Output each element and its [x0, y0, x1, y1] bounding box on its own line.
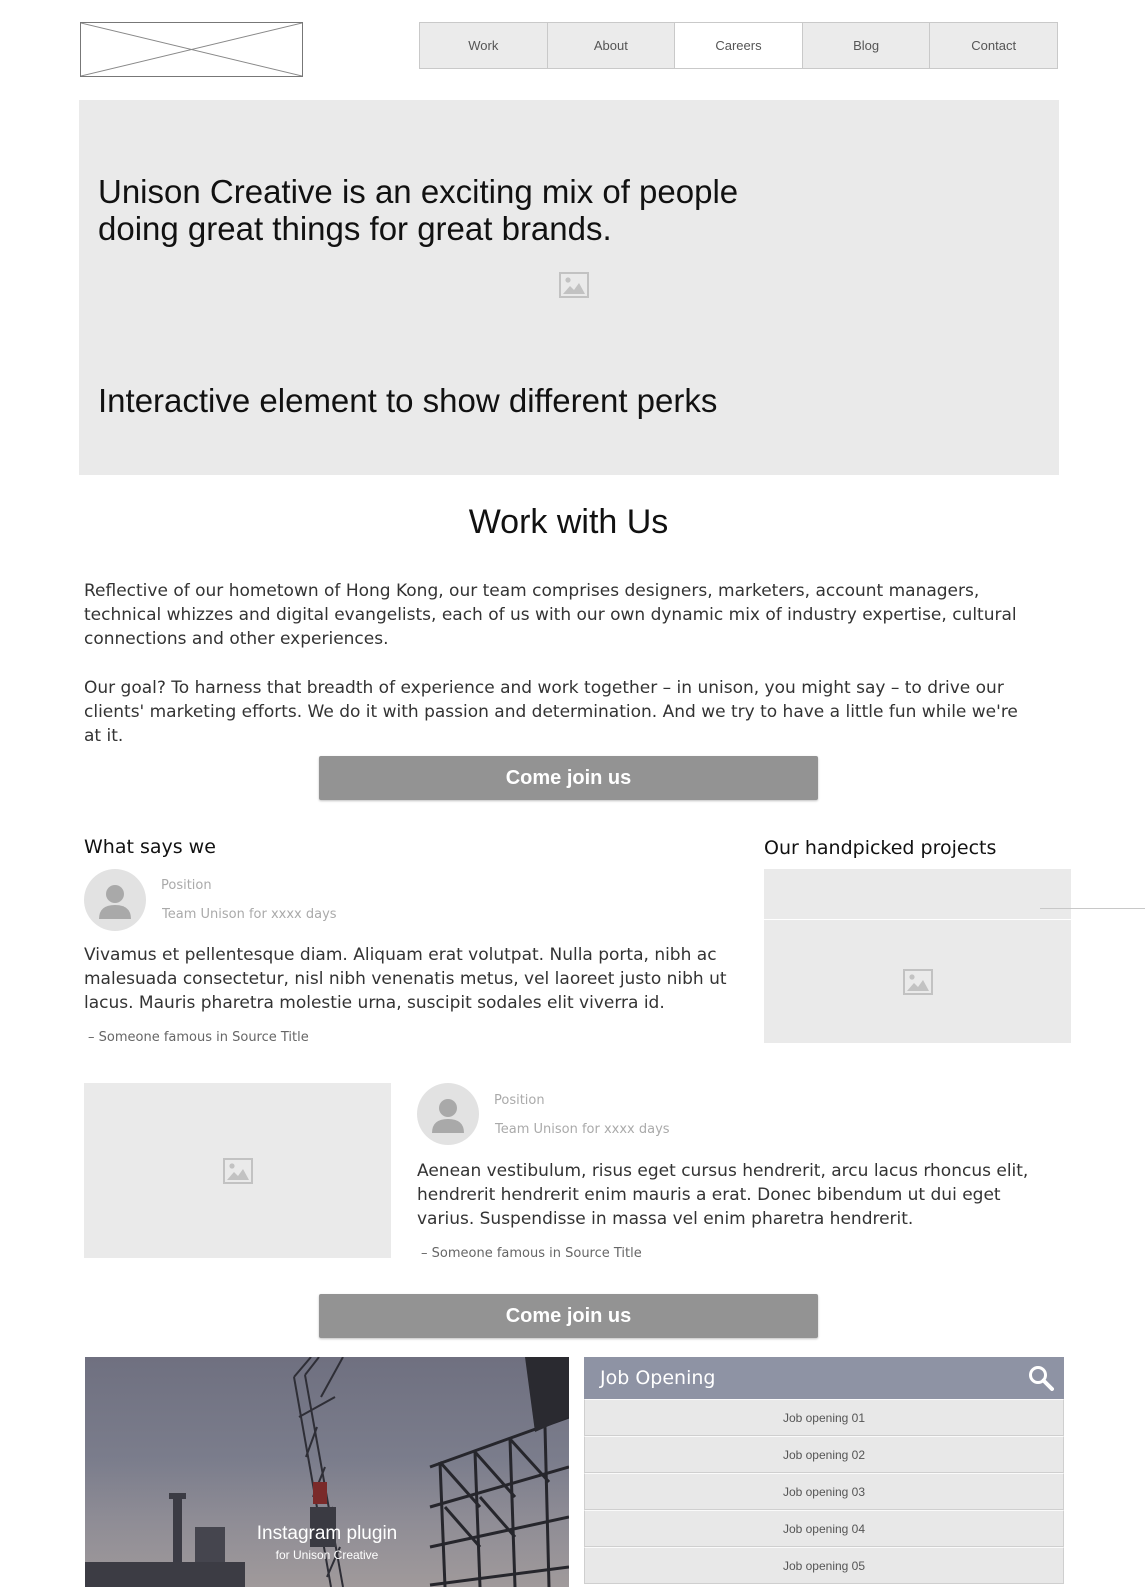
job-openings-header: Job Opening: [584, 1357, 1064, 1399]
nav-item-contact[interactable]: Contact: [929, 22, 1058, 69]
testimonial-position: Position: [494, 1093, 545, 1108]
testimonial-quote: Aenean vestibulum, risus eget cursus hen…: [417, 1161, 1029, 1229]
avatar: [417, 1083, 479, 1145]
nav-item-blog[interactable]: Blog: [801, 22, 931, 69]
image-placeholder-icon: [559, 272, 589, 298]
image-placeholder-icon: [222, 1157, 253, 1184]
team-photo: [84, 1083, 391, 1258]
job-opening-item[interactable]: Job opening 05: [584, 1547, 1064, 1584]
job-opening-item[interactable]: Job opening 03: [584, 1473, 1064, 1510]
instagram-plugin[interactable]: Instagram plugin for Unison Creative: [85, 1357, 569, 1587]
testimonial-source: – Someone famous in Source Title: [88, 1030, 309, 1045]
search-icon[interactable]: [1028, 1365, 1054, 1391]
goal-paragraph: Our goal? To harness that breadth of exp…: [84, 678, 1018, 746]
logo-placeholder[interactable]: [80, 22, 303, 77]
main-nav: Work About Careers Blog Contact: [419, 22, 1058, 69]
testimonial-quote: Vivamus et pellentesque diam. Aliquam er…: [84, 945, 727, 1013]
nav-item-careers[interactable]: Careers: [674, 22, 803, 69]
job-opening-item[interactable]: Job opening 04: [584, 1510, 1064, 1547]
job-openings-title: Job Opening: [600, 1367, 716, 1389]
avatar: [84, 869, 146, 931]
person-icon: [99, 885, 131, 919]
person-icon: [432, 1099, 464, 1133]
hero-perks-text[interactable]: Interactive element to show different pe…: [98, 382, 898, 419]
nav-item-about[interactable]: About: [546, 22, 676, 69]
come-join-us-button[interactable]: Come join us: [319, 1294, 818, 1338]
instagram-subtitle: for Unison Creative: [275, 1548, 379, 1562]
placeholder-cross-icon: [81, 23, 302, 76]
job-opening-item[interactable]: Job opening 01: [584, 1399, 1064, 1436]
come-join-us-button[interactable]: Come join us: [319, 756, 818, 800]
job-openings-panel: Job Opening Job opening 01 Job opening 0…: [584, 1357, 1064, 1584]
testimonial-source: – Someone famous in Source Title: [421, 1246, 642, 1261]
projects-heading: Our handpicked projects: [764, 837, 997, 859]
project-tile[interactable]: [764, 869, 1071, 919]
divider: [1040, 908, 1145, 909]
job-opening-item[interactable]: Job opening 02: [584, 1436, 1064, 1473]
intro-paragraph: Reflective of our hometown of Hong Kong,…: [84, 581, 1017, 649]
instagram-title: Instagram plugin: [256, 1523, 398, 1544]
page-title: Work with Us: [468, 503, 669, 541]
image-placeholder-icon: [902, 968, 933, 995]
hero-title: Unison Creative is an exciting mix of pe…: [98, 173, 739, 247]
testimonial-position: Position: [161, 878, 212, 893]
testimonial-tenure: Team Unison for xxxx days: [162, 907, 337, 922]
testimonials-heading: What says we: [84, 836, 216, 858]
testimonial-tenure: Team Unison for xxxx days: [495, 1122, 670, 1137]
nav-item-work[interactable]: Work: [419, 22, 548, 69]
project-image[interactable]: [764, 920, 1071, 1043]
